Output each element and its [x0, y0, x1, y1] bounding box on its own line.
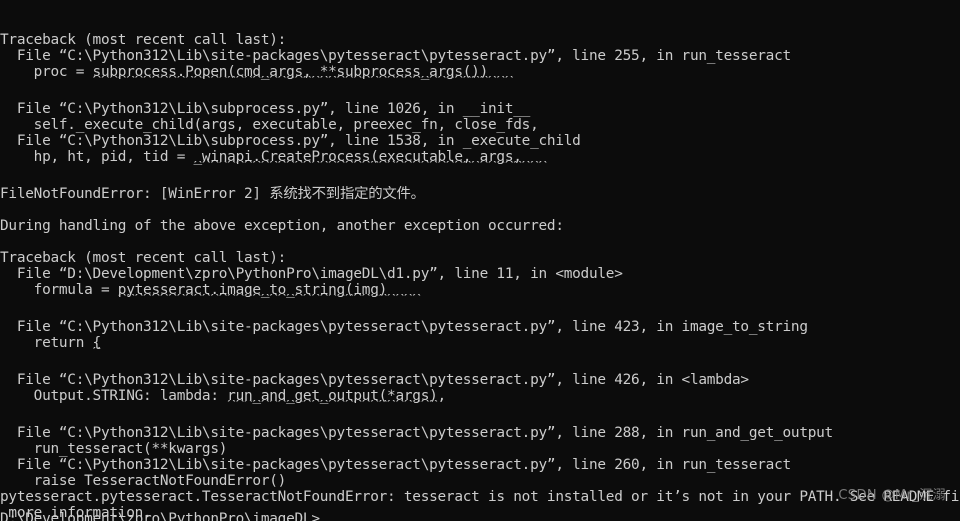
command-prompt-line: D:\Development>py d1.py [0, 12, 960, 32]
traceback-line: File “C:\Python312\Lib\site-packages\pyt… [0, 457, 791, 473]
traceback-line: pytesseract.pytesseract.TesseractNotFoun… [0, 489, 960, 505]
command-prompt-window[interactable]: D:\Development>py d1.py Traceback (most … [0, 0, 960, 521]
traceback-line: File “D:\Development\zpro\PythonPro\imag… [0, 266, 623, 282]
traceback-line: File “C:\Python312\Lib\site-packages\pyt… [0, 372, 749, 388]
traceback-line: File “C:\Python312\Lib\subprocess.py”, l… [0, 133, 581, 149]
traceback-line: File “C:\Python312\Lib\site-packages\pyt… [0, 48, 791, 64]
traceback-line: Traceback (most recent call last): [0, 250, 287, 266]
bottom-command-prompt-line: D:\Development\zpro\PythonPro\imageDL> [0, 511, 960, 521]
traceback-line: self._execute_child(args, executable, pr… [0, 117, 539, 133]
traceback-line: File “C:\Python312\Lib\site-packages\pyt… [0, 319, 808, 335]
traceback-line: Traceback (most recent call last): [0, 32, 287, 48]
traceback-line: File “C:\Python312\Lib\subprocess.py”, l… [0, 101, 531, 117]
traceback-line: proc = subprocess.Popen(cmd_args, **subp… [0, 64, 489, 80]
traceback-line: run_tesseract(**kwargs) [0, 441, 228, 457]
traceback-line: return { [0, 335, 102, 351]
traceback-line: hp, ht, pid, tid = _winapi.CreateProcess… [0, 149, 522, 165]
traceback-line: FileNotFoundError: [WinError 2] 系统找不到指定的… [0, 186, 425, 202]
traceback-line: During handling of the above exception, … [0, 218, 564, 234]
bottom-prompt-text: D:\Development\zpro\PythonPro\imageDL> [0, 511, 320, 521]
traceback-lines: Traceback (most recent call last): File … [0, 32, 960, 521]
traceback-line: Output.STRING: lambda: run_and_get_outpu… [0, 388, 447, 404]
console-output: D:\Development>py d1.py Traceback (most … [0, 0, 960, 521]
csdn-watermark: CSDN @Mr_沉溺 [838, 488, 946, 503]
traceback-line: raise TesseractNotFoundError() [0, 473, 287, 489]
traceback-line: File “C:\Python312\Lib\site-packages\pyt… [0, 425, 833, 441]
traceback-line: formula = pytesseract.image_to_string(im… [0, 282, 388, 298]
